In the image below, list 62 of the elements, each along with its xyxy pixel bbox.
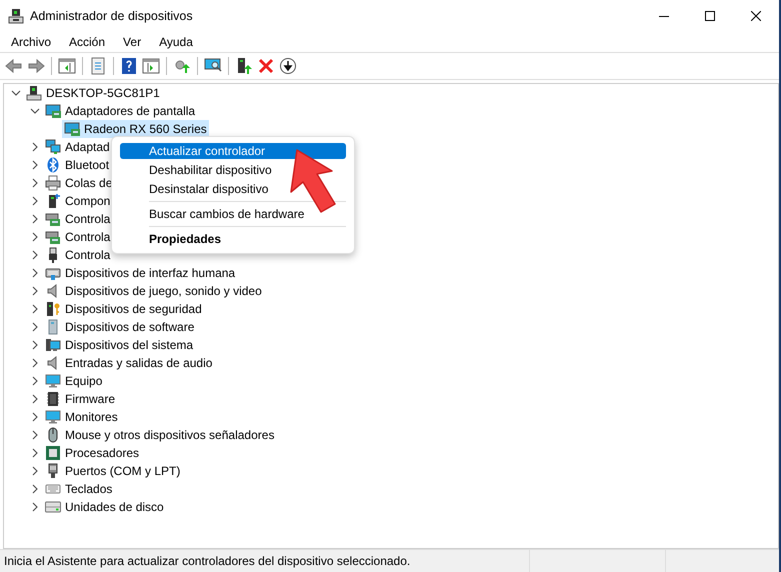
- tree-item[interactable]: Dispositivos de seguridad: [43, 300, 204, 318]
- disk-drive-icon: [45, 499, 61, 515]
- download-button[interactable]: [277, 55, 299, 77]
- tree-item[interactable]: Dispositivos de software: [43, 318, 196, 336]
- tree-item[interactable]: DESKTOP-5GC81P1: [24, 84, 162, 102]
- computer-icon: [26, 85, 42, 101]
- menu-item[interactable]: Deshabilitar dispositivo: [120, 162, 346, 178]
- menu-item[interactable]: Desinstalar dispositivo: [120, 181, 346, 197]
- tree-item[interactable]: Entradas y salidas de audio: [43, 354, 214, 372]
- tree-item[interactable]: Dispositivos del sistema: [43, 336, 196, 354]
- delete-icon: [257, 57, 275, 75]
- forward-icon: [27, 57, 45, 75]
- display-adapter-icon: [64, 121, 80, 137]
- tree-item[interactable]: Teclados: [43, 480, 114, 498]
- monitor-icon: [45, 373, 61, 389]
- menu-item[interactable]: Acción: [63, 33, 112, 51]
- monitor-icon: [45, 409, 61, 425]
- menu-item[interactable]: Ver: [117, 33, 148, 51]
- tree-item[interactable]: Bluetoot: [43, 156, 112, 174]
- tree-item[interactable]: Puertos (COM y LPT): [43, 462, 182, 480]
- menu-item[interactable]: Propiedades: [120, 231, 346, 247]
- app-icon: [8, 8, 24, 24]
- circuit-board-icon: [45, 211, 61, 227]
- tree-item[interactable]: Firmware: [43, 390, 117, 408]
- menu-item[interactable]: Archivo: [5, 33, 58, 51]
- tree-item[interactable]: Compon: [43, 192, 112, 210]
- help-icon: [120, 57, 138, 75]
- window-title: Administrador de dispositivos: [30, 9, 193, 23]
- tree-item[interactable]: Controla: [43, 228, 112, 246]
- tree-item[interactable]: Controla: [43, 210, 112, 228]
- properties-icon: [89, 57, 107, 75]
- download-icon: [279, 57, 297, 75]
- menu-item[interactable]: Ayuda: [153, 33, 199, 51]
- tree-item[interactable]: Equipo: [43, 372, 104, 390]
- tree-item[interactable]: Controla: [43, 246, 112, 264]
- menu-item[interactable]: Buscar cambios de hardware: [120, 206, 346, 222]
- add-driver-icon: [235, 57, 253, 75]
- system-icon: [45, 337, 61, 353]
- menu-item[interactable]: Actualizar controlador: [120, 143, 346, 159]
- processor-icon: [45, 445, 61, 461]
- tree-item[interactable]: Radeon RX 560 Series: [62, 120, 209, 138]
- tree-item[interactable]: Adaptad: [43, 138, 112, 156]
- tree-item[interactable]: Mouse y otros dispositivos señaladores: [43, 426, 276, 444]
- display-adapter-icon: [45, 103, 61, 119]
- close-icon: [751, 11, 761, 21]
- bluetooth-icon: [45, 157, 61, 173]
- circuit-board-icon: [45, 229, 61, 245]
- tree-item[interactable]: Unidades de disco: [43, 498, 166, 516]
- tree-item[interactable]: Adaptadores de pantalla: [43, 102, 198, 120]
- maximize-icon: [705, 11, 715, 21]
- pane-icon: [58, 57, 76, 75]
- printer-icon: [45, 175, 61, 191]
- tree-item[interactable]: Procesadores: [43, 444, 142, 462]
- back-icon: [5, 57, 23, 75]
- tree-item[interactable]: Monitores: [43, 408, 120, 426]
- pane-icon: [142, 57, 160, 75]
- security-key-icon: [45, 301, 61, 317]
- tree-item[interactable]: Dispositivos de juego, sonido y video: [43, 282, 264, 300]
- chip-icon: [45, 391, 61, 407]
- tree-item[interactable]: Dispositivos de interfaz humana: [43, 264, 238, 282]
- network-icon: [45, 139, 61, 155]
- status-text: Inicia el Asistente para actualizar controladores del dispositivo seleccionado.: [3, 554, 412, 568]
